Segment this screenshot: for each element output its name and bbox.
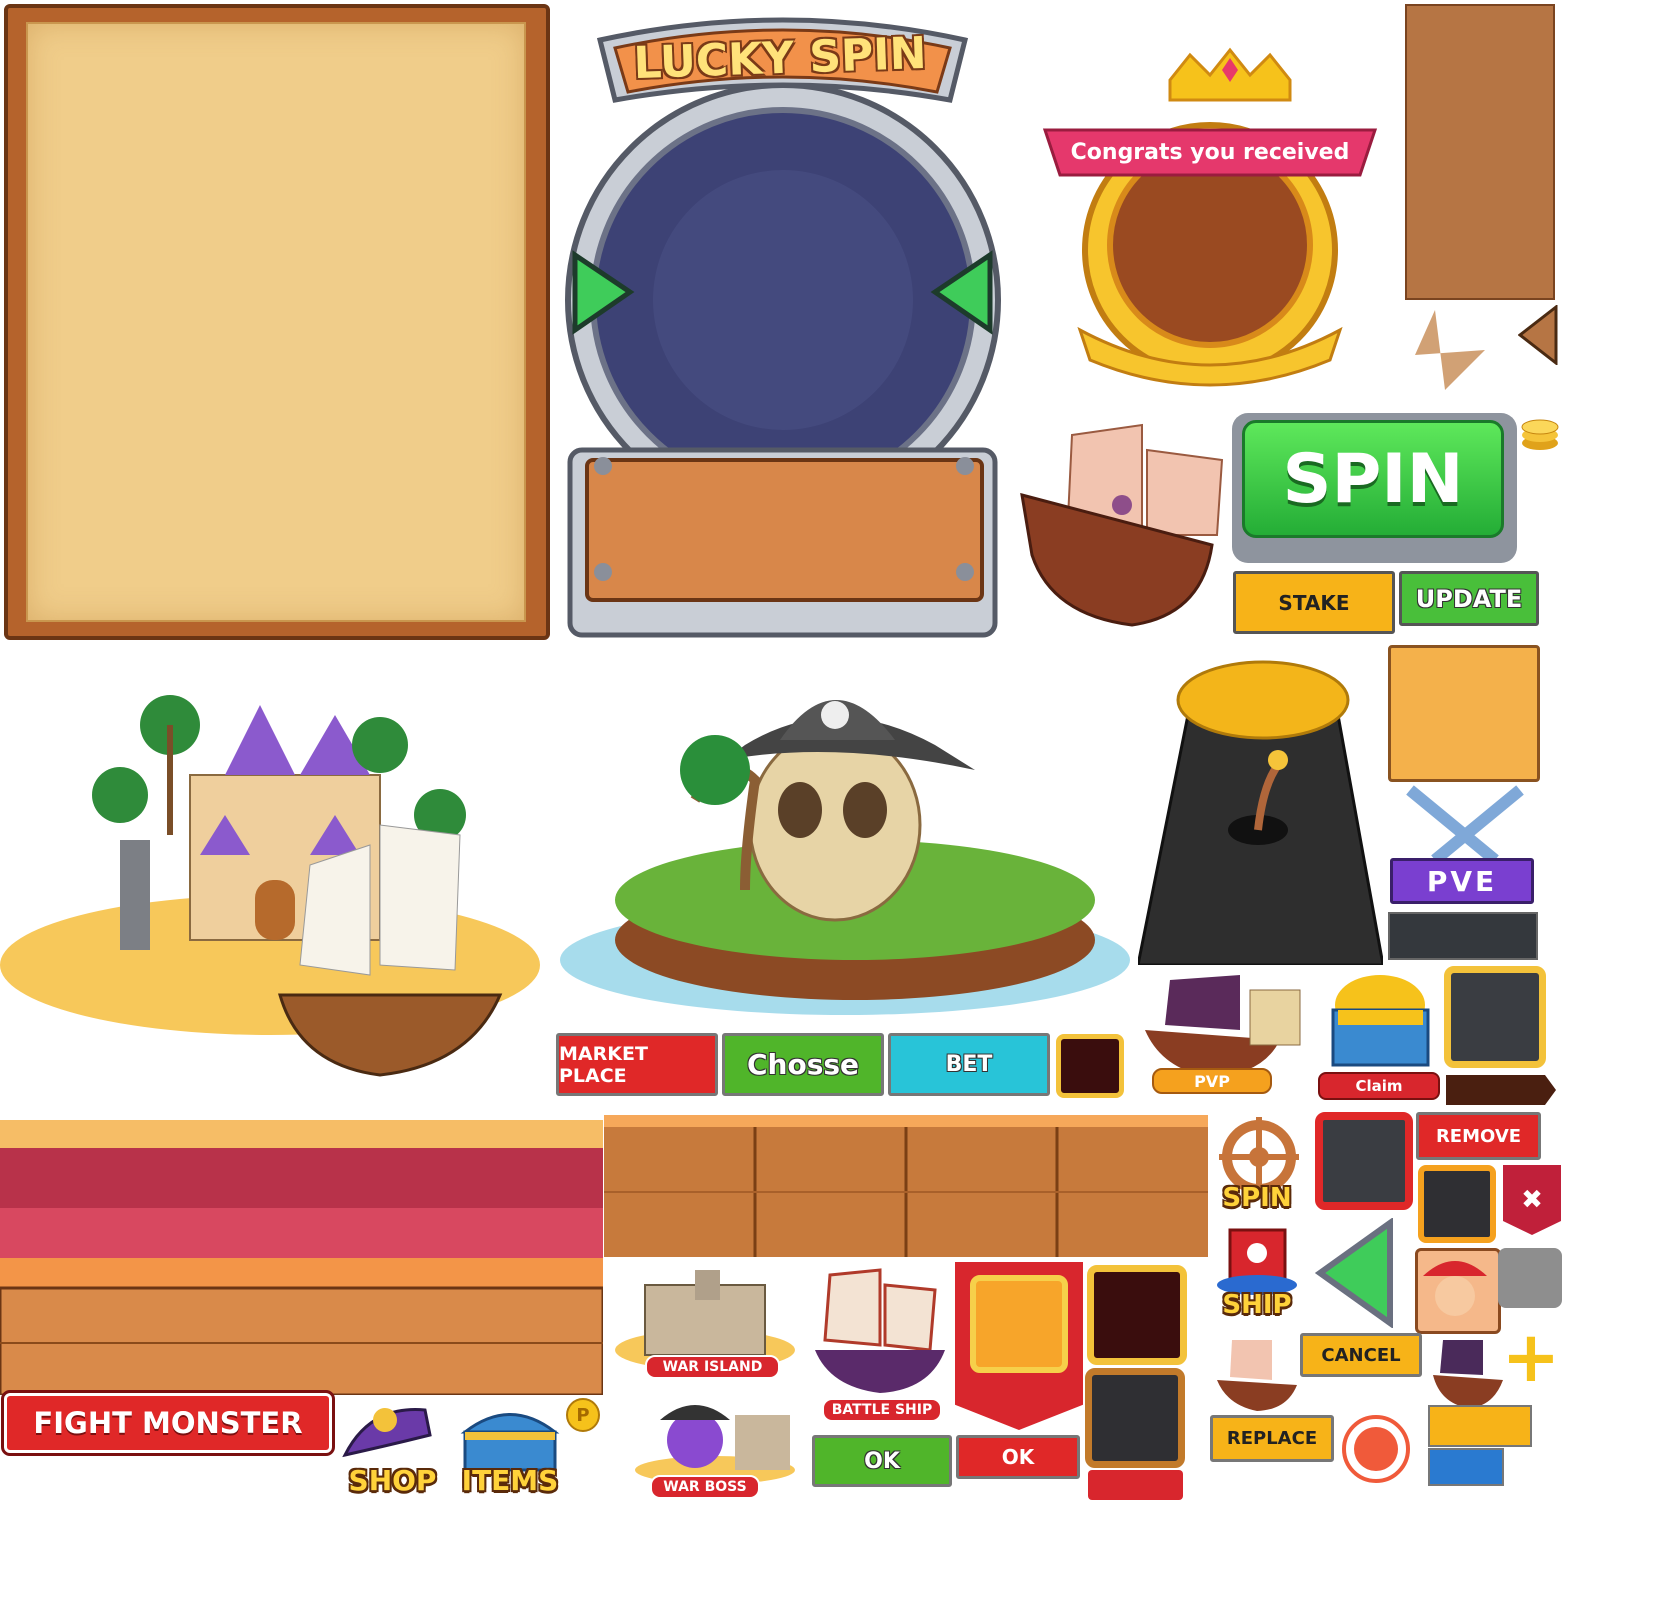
fight-monster-button[interactable]: FIGHT MONSTER <box>1 1390 335 1456</box>
wood-plank-panel <box>604 1115 1208 1257</box>
arrow-left-icon[interactable] <box>1517 303 1558 367</box>
red-slot-frame <box>1315 1112 1413 1210</box>
treasure-chest-icon <box>1318 965 1443 1075</box>
parchment-board <box>4 4 550 640</box>
lucky-spin-title: LUCKY SPIN <box>632 27 928 89</box>
war-boss-label: WAR BOSS <box>650 1475 760 1499</box>
castle-island-illustration <box>0 665 545 1090</box>
dark-bar <box>1388 912 1538 960</box>
orange-slot-frame <box>1418 1165 1496 1243</box>
pve-button[interactable]: PVE <box>1390 858 1534 904</box>
chosse-button[interactable]: Chosse <box>722 1033 884 1096</box>
war-island-label: WAR ISLAND <box>645 1355 780 1379</box>
crossed-swords-icon <box>1395 785 1535 865</box>
reward-panel: Congrats you received <box>1040 40 1380 390</box>
dark-red-slot-frame <box>1087 1265 1187 1365</box>
wood-strip-panel <box>1405 4 1555 300</box>
pirate-ship-icon-small <box>1212 1335 1302 1413</box>
ship-deck-panel <box>0 1108 605 1397</box>
pvp-ship-icon <box>1140 970 1310 1080</box>
skull-island-illustration <box>555 650 1135 1030</box>
dark-slot-frame-2 <box>1085 1368 1185 1468</box>
spin-button[interactable]: SPIN <box>1242 420 1504 538</box>
bet-button[interactable]: BET <box>888 1033 1050 1096</box>
remove-button[interactable]: REMOVE <box>1416 1112 1541 1160</box>
items-label: ITEMS <box>461 1463 559 1497</box>
gray-tile <box>1498 1248 1562 1308</box>
orange-bar <box>1428 1405 1532 1447</box>
cancel-button[interactable]: CANCEL <box>1300 1333 1422 1377</box>
ok-green-button[interactable]: OK <box>812 1435 952 1487</box>
brown-tab <box>1446 1075 1556 1105</box>
ship-icon-label: SHIP <box>1222 1290 1292 1320</box>
record-icon[interactable] <box>1342 1415 1410 1483</box>
pirate-ship-icon <box>1012 415 1232 640</box>
pirate-ship-icon-dark <box>1428 1335 1508 1410</box>
red-bar <box>1088 1470 1183 1500</box>
parchment-surface <box>26 22 526 622</box>
ok-red-button[interactable]: OK <box>956 1435 1080 1479</box>
reward-ribbon-text: Congrats you received <box>1070 139 1350 165</box>
dark-slot-frame <box>1056 1034 1124 1098</box>
update-button[interactable]: UPDATE <box>1399 571 1539 626</box>
blue-bar <box>1428 1448 1504 1486</box>
wood-tile <box>1388 645 1540 782</box>
gold-square-slot <box>970 1275 1068 1373</box>
battle-ship-label: BATTLE SHIP <box>822 1398 942 1422</box>
coin-icon: P <box>566 1398 600 1432</box>
battle-ship-icon[interactable] <box>810 1265 950 1395</box>
gold-slot-frame <box>1444 966 1546 1068</box>
cannon-illustration <box>1136 655 1385 967</box>
lucky-spin-frame: LUCKY SPIN <box>555 0 1005 645</box>
paper-plane-icon <box>1405 300 1495 400</box>
claim-button[interactable]: Claim <box>1318 1072 1440 1100</box>
reward-frame-graphic <box>1042 47 1378 387</box>
close-icon[interactable]: ✖ <box>1503 1165 1561 1235</box>
shop-label: SHOP <box>348 1463 437 1497</box>
arrow-left-green-icon[interactable] <box>1314 1217 1395 1329</box>
spin-icon-label: SPIN <box>1222 1183 1292 1213</box>
lucky-spin-graphic <box>565 17 1001 638</box>
war-boss-icon[interactable] <box>630 1395 800 1485</box>
replace-button[interactable]: REPLACE <box>1210 1415 1334 1462</box>
pvp-label[interactable]: PVP <box>1152 1068 1272 1094</box>
market-place-button[interactable]: MARKET PLACE <box>556 1033 718 1096</box>
coin-stack-icon <box>1520 413 1560 453</box>
plus-icon[interactable]: + <box>1502 1316 1561 1398</box>
pirate-avatar <box>1415 1248 1501 1334</box>
stake-button[interactable]: STAKE <box>1233 571 1395 634</box>
